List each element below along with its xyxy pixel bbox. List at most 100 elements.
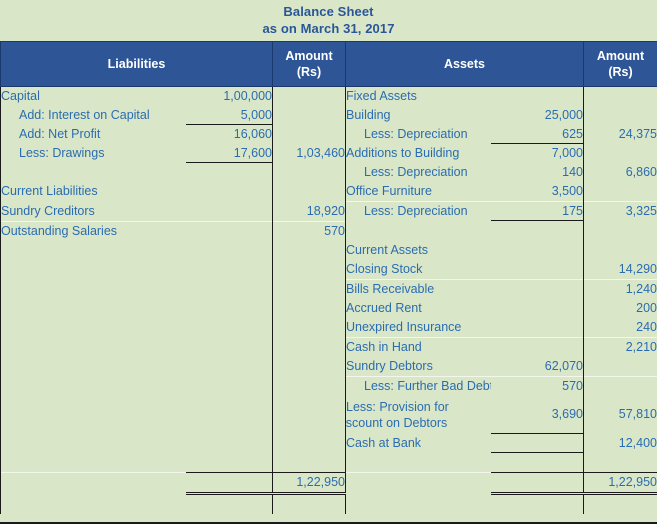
liability-label xyxy=(0,298,186,318)
header-amount-right-line1: Amount xyxy=(596,49,645,63)
table-row: Cash in Hand 2,210 xyxy=(0,336,657,357)
liability-amount: 1,03,460 xyxy=(272,144,346,163)
liability-sub-amount xyxy=(185,356,273,376)
assets-total: 1,22,950 xyxy=(583,471,657,495)
asset-label: Cash in Hand xyxy=(345,336,491,357)
liability-label: Add: Net Profit xyxy=(0,125,186,144)
liability-label xyxy=(0,414,186,434)
sheet-title: Balance Sheet as on March 31, 2017 xyxy=(0,0,657,37)
asset-sub-amount xyxy=(490,493,584,514)
table-row: Less: Further Bad Debts 570 xyxy=(0,375,657,396)
liability-sub-amount xyxy=(185,279,273,299)
asset-amount: 57,810 xyxy=(583,395,657,434)
liability-sub-amount xyxy=(185,298,273,318)
asset-amount: 1,240 xyxy=(583,278,657,299)
table-row: Add: Net Profit 16,060 Less: Depreciation 6… xyxy=(0,125,657,144)
liability-amount xyxy=(272,414,346,434)
asset-label: Sundry Debtors xyxy=(345,356,491,376)
liability-amount xyxy=(272,376,346,396)
asset-sub-amount: 25,000 xyxy=(490,106,584,125)
asset-label: Building xyxy=(345,106,491,125)
asset-amount xyxy=(583,493,657,514)
asset-label: Less: Depreciation xyxy=(345,125,491,144)
header-assets: Assets xyxy=(345,41,584,87)
table-row: Closing Stock 14,290 xyxy=(0,259,657,279)
liability-amount xyxy=(272,279,346,299)
liability-amount xyxy=(272,356,346,376)
asset-sub-amount xyxy=(490,86,584,106)
table-row: Add: Interest on Capital 5,000 Building 25,… xyxy=(0,106,657,125)
asset-label: Accrued Rent xyxy=(345,298,491,318)
header-amount-right-line2: (Rs) xyxy=(608,65,633,79)
asset-label-line-1: Less: Provision for xyxy=(346,399,449,414)
asset-label: Unexpired Insurance xyxy=(345,317,491,337)
liability-sub-amount xyxy=(185,376,273,396)
asset-sub-amount: 3,500 xyxy=(490,182,584,202)
table-row: Cash at Bank 12,400 xyxy=(0,433,657,453)
asset-label: Cash at Bank xyxy=(345,433,491,453)
liability-label xyxy=(0,163,186,182)
liability-sub-amount xyxy=(185,433,273,453)
asset-amount: 24,375 xyxy=(583,125,657,144)
header-amount-right: Amount (Rs) xyxy=(583,41,657,87)
asset-amount xyxy=(583,182,657,202)
liabilities-total: 1,22,950 xyxy=(272,471,346,495)
liability-amount: 570 xyxy=(272,220,346,241)
asset-sub-amount: 570 xyxy=(490,375,584,396)
asset-label: Office Furniture xyxy=(345,182,491,202)
liability-label xyxy=(0,317,186,337)
asset-sub-amount xyxy=(490,278,584,299)
asset-amount: 3,325 xyxy=(583,201,657,221)
asset-sub-amount xyxy=(490,433,584,453)
liability-sub-amount xyxy=(185,337,273,357)
table-body: Capital 1,00,000 Fixed Assets Add: Interest… xyxy=(0,86,657,514)
balance-sheet-table: Liabilities Amount (Rs) Assets Amount (R… xyxy=(0,41,657,514)
liability-sub-amount: 1,00,000 xyxy=(185,86,273,106)
liability-amount xyxy=(272,182,346,202)
totals-row: 1,22,950 1,22,950 xyxy=(0,471,657,495)
table-row: Sundry Creditors 18,920 Less: Depreciation… xyxy=(0,201,657,221)
liability-label xyxy=(0,356,186,376)
asset-label: Less: Depreciation xyxy=(345,163,491,182)
asset-label xyxy=(345,493,491,514)
liability-sub-amount xyxy=(185,317,273,337)
liability-label: Less: Drawings xyxy=(0,144,186,163)
table-row: Less: Provision forDiscount on Debtors3,… xyxy=(0,395,657,434)
table-row xyxy=(0,493,657,514)
asset-sub-amount: 7,000 xyxy=(490,144,584,163)
title-line-2: as on March 31, 2017 xyxy=(262,21,395,36)
asset-label: Additions to Building xyxy=(345,144,491,163)
table-row: Current Liabilities Office Furniture 3,500 xyxy=(0,182,657,202)
liability-amount xyxy=(272,452,346,472)
asset-label xyxy=(345,452,491,472)
liability-sub-amount xyxy=(185,493,273,514)
balance-sheet-page: Balance Sheet as on March 31, 2017 Liabi… xyxy=(0,0,657,524)
asset-amount xyxy=(583,221,657,241)
asset-sub-amount: 625 xyxy=(490,125,584,144)
liability-sub-amount: 16,060 xyxy=(185,125,273,144)
liability-label xyxy=(0,493,186,514)
totals-spacer-right xyxy=(345,471,491,493)
liability-label xyxy=(0,240,186,260)
asset-sub-amount: 140 xyxy=(490,163,584,182)
table-row: Capital 1,00,000 Fixed Assets xyxy=(0,86,657,106)
asset-sub-amount xyxy=(490,240,584,260)
liability-label xyxy=(0,376,186,396)
table-row: Accrued Rent 200 xyxy=(0,298,657,318)
asset-label: Less: Further Bad Debts xyxy=(345,375,491,396)
title-line-1: Balance Sheet xyxy=(283,4,374,19)
asset-label: Less: Provision forDiscount on Debtors xyxy=(345,395,491,434)
liability-label: Add: Interest on Capital xyxy=(0,106,186,125)
asset-label: Current Assets xyxy=(345,240,491,260)
asset-label xyxy=(345,221,491,241)
liability-label xyxy=(0,395,186,415)
asset-amount xyxy=(583,375,657,396)
liability-sub-amount xyxy=(185,163,273,182)
liability-amount xyxy=(272,317,346,337)
liability-amount xyxy=(272,86,346,106)
liability-amount xyxy=(272,433,346,453)
liability-label xyxy=(0,433,186,453)
table-row: Sundry Debtors 62,070 xyxy=(0,356,657,376)
asset-amount: 240 xyxy=(583,317,657,337)
liability-amount xyxy=(272,163,346,182)
